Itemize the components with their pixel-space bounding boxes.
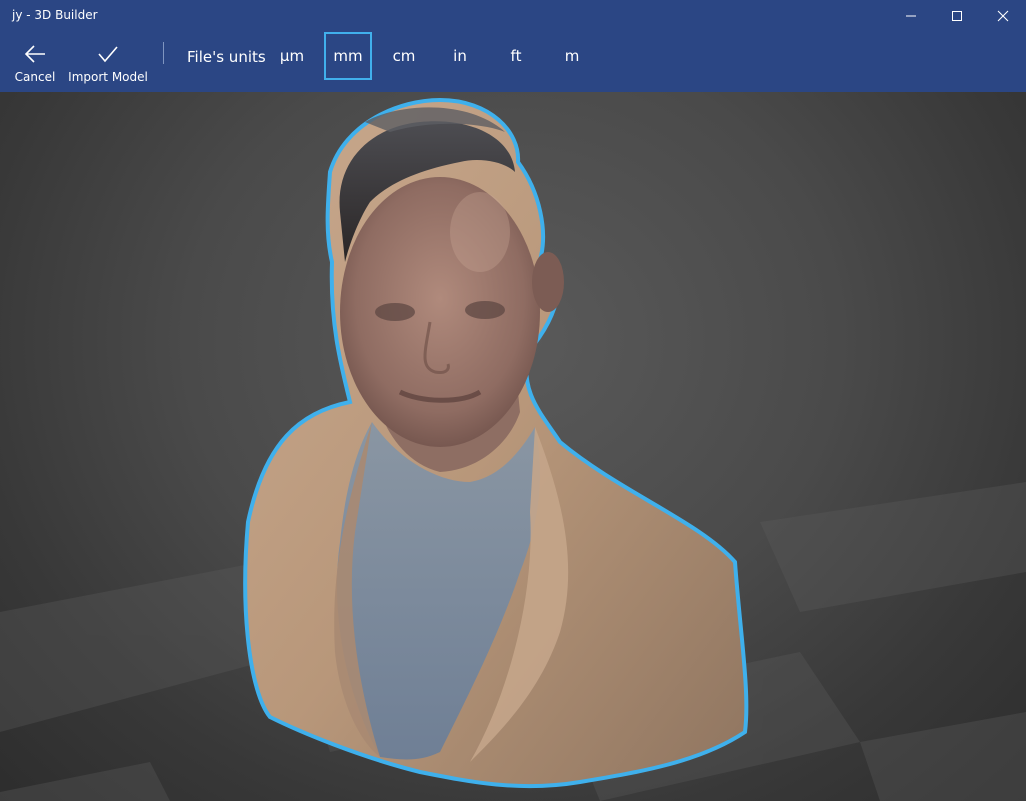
close-icon	[997, 10, 1009, 22]
ear	[532, 252, 564, 312]
title-bar: jy - 3D Builder	[0, 0, 1026, 32]
toolbar-separator	[163, 42, 164, 64]
import-model-button[interactable]: Import Model	[68, 32, 148, 92]
face	[340, 177, 540, 447]
app-window: jy - 3D Builder Cancel Import Model File…	[0, 0, 1026, 801]
back-arrow-icon	[24, 45, 45, 63]
cancel-button[interactable]: Cancel	[14, 32, 56, 92]
bust-model[interactable]	[243, 97, 749, 789]
maximize-button[interactable]	[934, 0, 980, 32]
unit-cm-button[interactable]: cm	[380, 32, 428, 80]
unit-m-button[interactable]: m	[548, 32, 596, 80]
maximize-icon	[952, 11, 962, 21]
unit-um-button[interactable]: µm	[268, 32, 316, 80]
3d-viewport[interactable]	[0, 92, 1026, 801]
minimize-icon	[906, 15, 916, 17]
window-title: jy - 3D Builder	[12, 8, 98, 22]
minimize-button[interactable]	[888, 0, 934, 32]
unit-mm-button[interactable]: mm	[324, 32, 372, 80]
checkmark-icon	[98, 46, 118, 63]
unit-in-button[interactable]: in	[436, 32, 484, 80]
import-model-label: Import Model	[68, 70, 148, 84]
viewport-scene	[0, 97, 1026, 801]
close-button[interactable]	[980, 0, 1026, 32]
cancel-label: Cancel	[14, 70, 56, 84]
files-units-label: File's units	[187, 48, 266, 66]
toolbar: Cancel Import Model File's units µm mm c…	[0, 32, 1026, 92]
unit-ft-button[interactable]: ft	[492, 32, 540, 80]
